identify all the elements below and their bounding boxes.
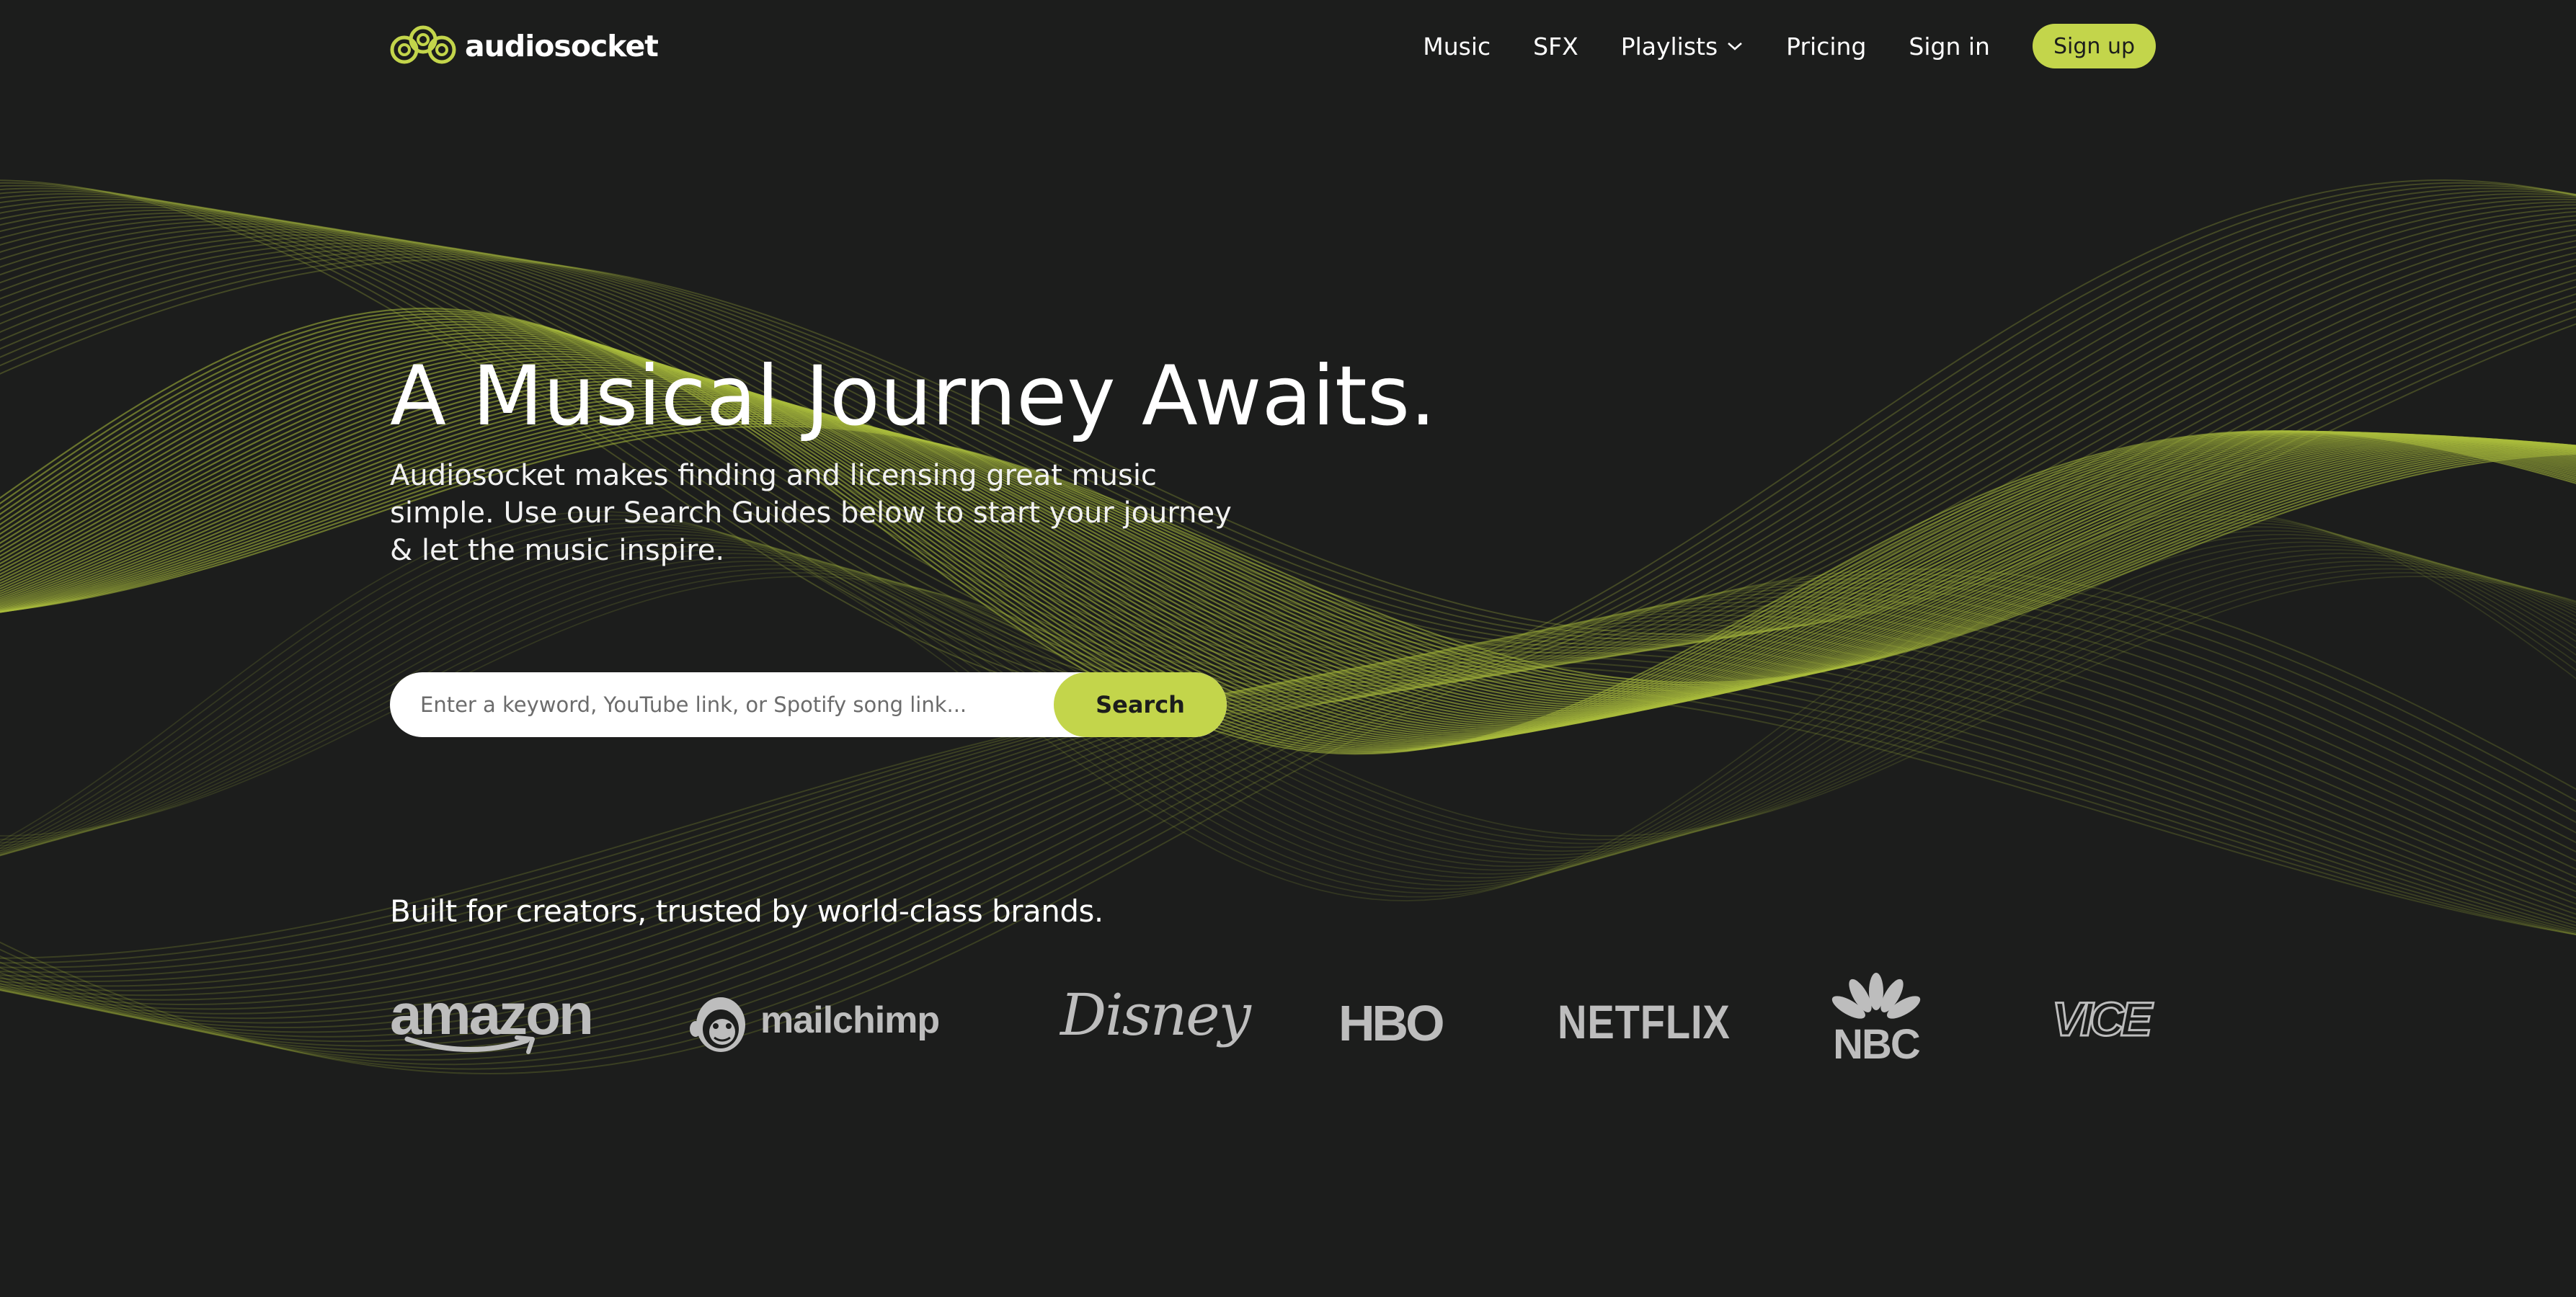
nbc-peacock-icon [1831,973,1921,1019]
hbo-wordmark: HBO [1338,995,1445,1051]
nav-link-sign-in[interactable]: Sign in [1909,32,1990,61]
nav-link-label: Playlists [1620,32,1718,61]
wave-line [0,674,2576,968]
sign-up-button[interactable]: Sign up [2032,24,2156,68]
nav-link-label: Pricing [1786,32,1867,61]
logo[interactable]: audiosocket [390,24,659,68]
nav-link-label: SFX [1533,32,1578,61]
search-button[interactable]: Search [1054,672,1227,737]
disney-wordmark: Disney [1060,981,1251,1048]
chevron-down-icon [1728,43,1743,50]
hero-title: A Musical Journey Awaits. [390,348,1436,444]
nbc-logo: NBC [1829,973,1924,1068]
wave-background-decoration [0,179,2576,1075]
page: audiosocket Music SFX Playlists Pricing … [0,0,2576,1297]
nbc-wordmark: NBC [1833,1021,1921,1068]
mailchimp-logo: mailchimp [688,986,940,1055]
nav-link-sfx[interactable]: SFX [1533,32,1578,61]
nav-link-music[interactable]: Music [1423,32,1491,61]
amazon-logo: amazon [390,981,594,1055]
nav-link-pricing[interactable]: Pricing [1786,32,1866,61]
hero-subtitle: Audiosocket makes finding and licensing … [390,459,1232,567]
mailchimp-wordmark: mailchimp [760,999,940,1041]
nav-link-label: Sign in [1909,32,1990,61]
mailchimp-freddie-icon [690,997,745,1052]
netflix-wordmark: NETFLIX [1558,995,1731,1048]
netflix-logo: NETFLIX [1558,994,1731,1049]
search-input[interactable] [390,672,1069,737]
nav-links: Music SFX Playlists Pricing Sign in Sign… [1423,23,2156,69]
audiosocket-logo-icon [390,25,456,64]
vice-logo: VICE [2051,991,2153,1047]
hero: A Musical Journey Awaits. Audiosocket ma… [390,339,1687,569]
nav-link-playlists[interactable]: Playlists [1621,32,1744,61]
amazon-smile-icon [404,1035,535,1054]
brand-logos: amazon mailchimp Disney HBO NETFLIX NBC … [390,973,2177,1074]
trusted-by-heading: Built for creators, trusted by world-cla… [390,893,1103,929]
vice-wordmark: VICE [2051,991,2153,1047]
search-bar: Search [390,672,1227,737]
nav-link-label: Music [1423,32,1491,61]
wave-line [0,679,2576,964]
logo-wordmark: audiosocket [465,29,659,63]
hbo-logo: HBO [1338,994,1445,1052]
top-navigation: audiosocket Music SFX Playlists Pricing … [0,0,2576,92]
disney-logo: Disney [1060,981,1251,1048]
